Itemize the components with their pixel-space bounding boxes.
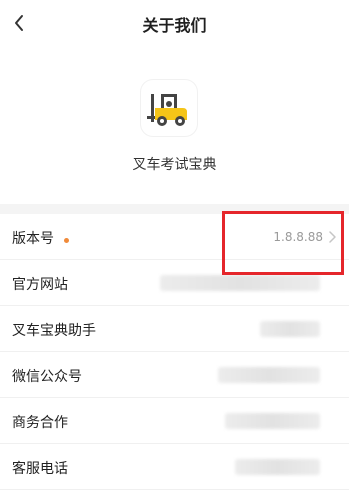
list-item-label: 微信公众号 bbox=[12, 369, 82, 385]
header: 关于我们 bbox=[0, 0, 349, 46]
highlight-annotation bbox=[222, 211, 344, 275]
redacted-value bbox=[160, 275, 320, 291]
list-item-label: 叉车宝典助手 bbox=[12, 323, 96, 339]
list-item-label: 官方网站 bbox=[12, 277, 68, 293]
list-item-service-phone[interactable]: 客服电话 bbox=[0, 444, 349, 490]
app-name: 叉车考试宝典 bbox=[132, 157, 217, 173]
redacted-value bbox=[218, 367, 320, 383]
list-item-assistant[interactable]: 叉车宝典助手 bbox=[0, 306, 349, 352]
page-title: 关于我们 bbox=[142, 16, 207, 35]
forklift-icon bbox=[147, 94, 187, 126]
app-icon bbox=[141, 80, 197, 136]
app-info: 叉车考试宝典 bbox=[0, 46, 349, 204]
list-item-label: 版本号 bbox=[12, 231, 54, 247]
list-item-label: 商务合作 bbox=[12, 415, 68, 431]
redacted-value bbox=[260, 321, 320, 337]
list-item-label: 客服电话 bbox=[12, 461, 68, 477]
update-dot bbox=[64, 238, 69, 243]
list-item-business[interactable]: 商务合作 bbox=[0, 398, 349, 444]
redacted-value bbox=[225, 413, 320, 429]
redacted-value bbox=[235, 459, 320, 475]
list-item-wechat[interactable]: 微信公众号 bbox=[0, 352, 349, 398]
